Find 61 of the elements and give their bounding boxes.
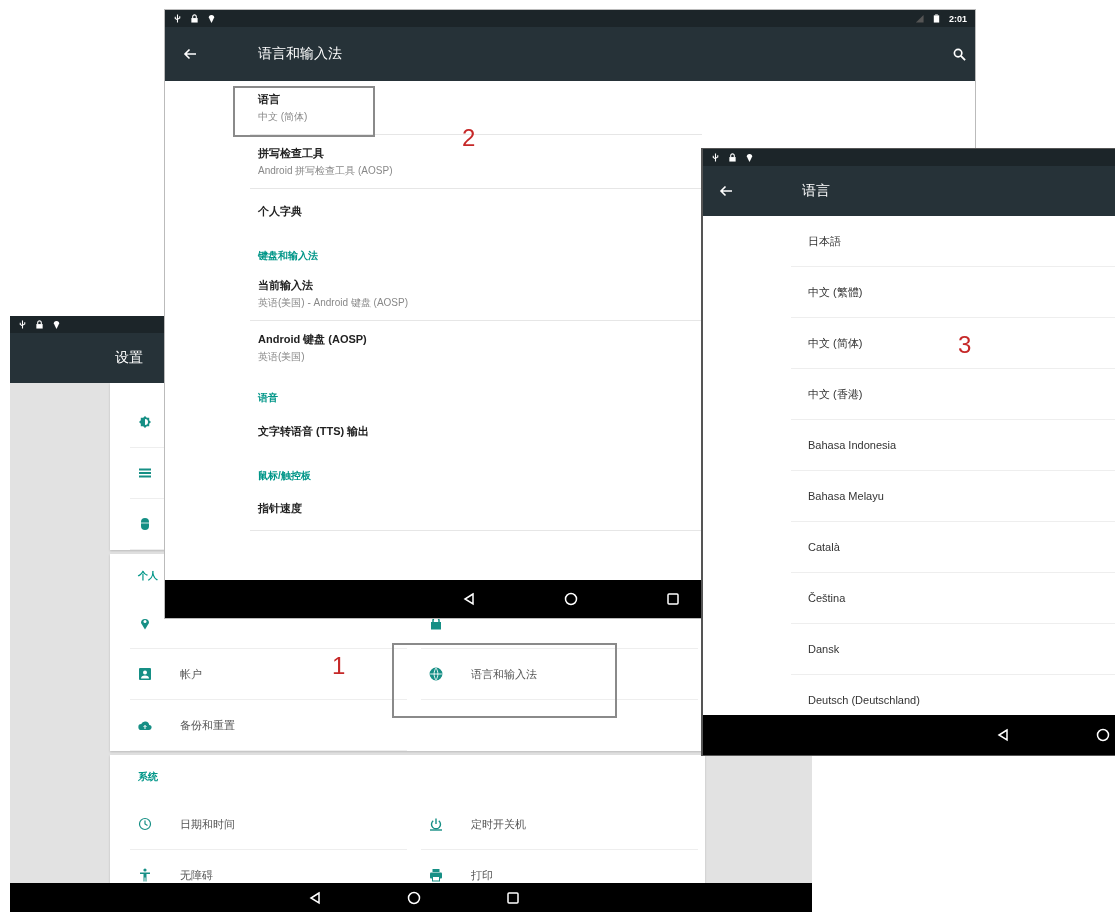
language-option[interactable]: Dansk [791,624,1115,675]
settings-item[interactable]: 当前输入法 英语(美国) - Android 键盘 (AOSP) [250,267,702,321]
language-option[interactable]: Čeština [791,573,1115,624]
language-option[interactable]: 中文 (香港) [791,369,1115,420]
usb-icon [711,153,720,162]
mouse-icon[interactable] [138,517,152,531]
usb-icon [18,320,27,329]
language-option[interactable]: 中文 (繁體) [791,267,1115,318]
search-icon[interactable] [953,47,966,61]
settings-item[interactable]: Android 键盘 (AOSP) 英语(美国) [250,321,702,375]
language-option[interactable]: 日本語 [791,216,1115,267]
globe-icon [429,667,443,681]
home-nav-icon[interactable] [564,592,578,606]
clock-icon [138,817,152,831]
recents-nav-icon[interactable] [506,890,520,905]
language-option[interactable]: Català [791,522,1115,573]
settings-item[interactable]: 个人字典 [250,189,702,233]
back-nav-icon[interactable] [462,592,476,606]
signal-icon [915,14,924,23]
battery-icon [932,14,941,23]
back-nav-icon[interactable] [308,890,322,905]
section-header: 鼠标/触控板 [257,469,312,483]
usb-icon [173,14,182,23]
step-number: 3 [958,333,972,357]
list-icon[interactable] [138,466,152,480]
language-option[interactable]: Bahasa Melayu [791,471,1115,522]
section-header: 系统 [137,770,159,784]
settings-item[interactable]: 备份和重置 [130,700,407,751]
lock-icon [35,320,44,329]
pin-icon [52,320,61,329]
home-nav-icon[interactable] [407,890,421,905]
account-icon [138,667,152,681]
screen-title: 语言和输入法 [258,45,342,63]
settings-item[interactable]: 语言和输入法 [421,649,698,700]
cloud-icon [138,718,152,732]
lock-icon[interactable] [429,616,443,630]
clock: 2:01 [949,13,967,24]
settings-item[interactable]: 日期和时间 [130,799,407,850]
pin-icon [207,14,216,23]
pin-icon[interactable] [138,616,152,630]
screen-title: 语言 [802,182,830,200]
settings-item[interactable]: 定时开关机 [421,799,698,850]
screen-title: 设置 [115,349,143,367]
back-arrow-icon[interactable] [183,47,197,61]
brightness-icon[interactable] [138,415,152,429]
section-header: 键盘和输入法 [257,249,319,263]
lock-icon [728,153,737,162]
language-option[interactable]: Bahasa Indonesia [791,420,1115,471]
back-nav-icon[interactable] [996,728,1010,742]
settings-item[interactable]: 指针速度 [250,487,702,531]
settings-item[interactable]: 文字转语音 (TTS) 输出 [250,409,702,453]
power-icon [429,817,443,831]
home-nav-icon[interactable] [1096,728,1110,742]
pin-icon [745,153,754,162]
recents-nav-icon[interactable] [666,592,680,606]
step-number: 1 [332,654,346,678]
back-arrow-icon[interactable] [719,184,733,198]
person-icon [138,868,152,882]
lock-icon [190,14,199,23]
section-header: 语音 [257,391,279,405]
section-header: 个人 [137,569,159,583]
